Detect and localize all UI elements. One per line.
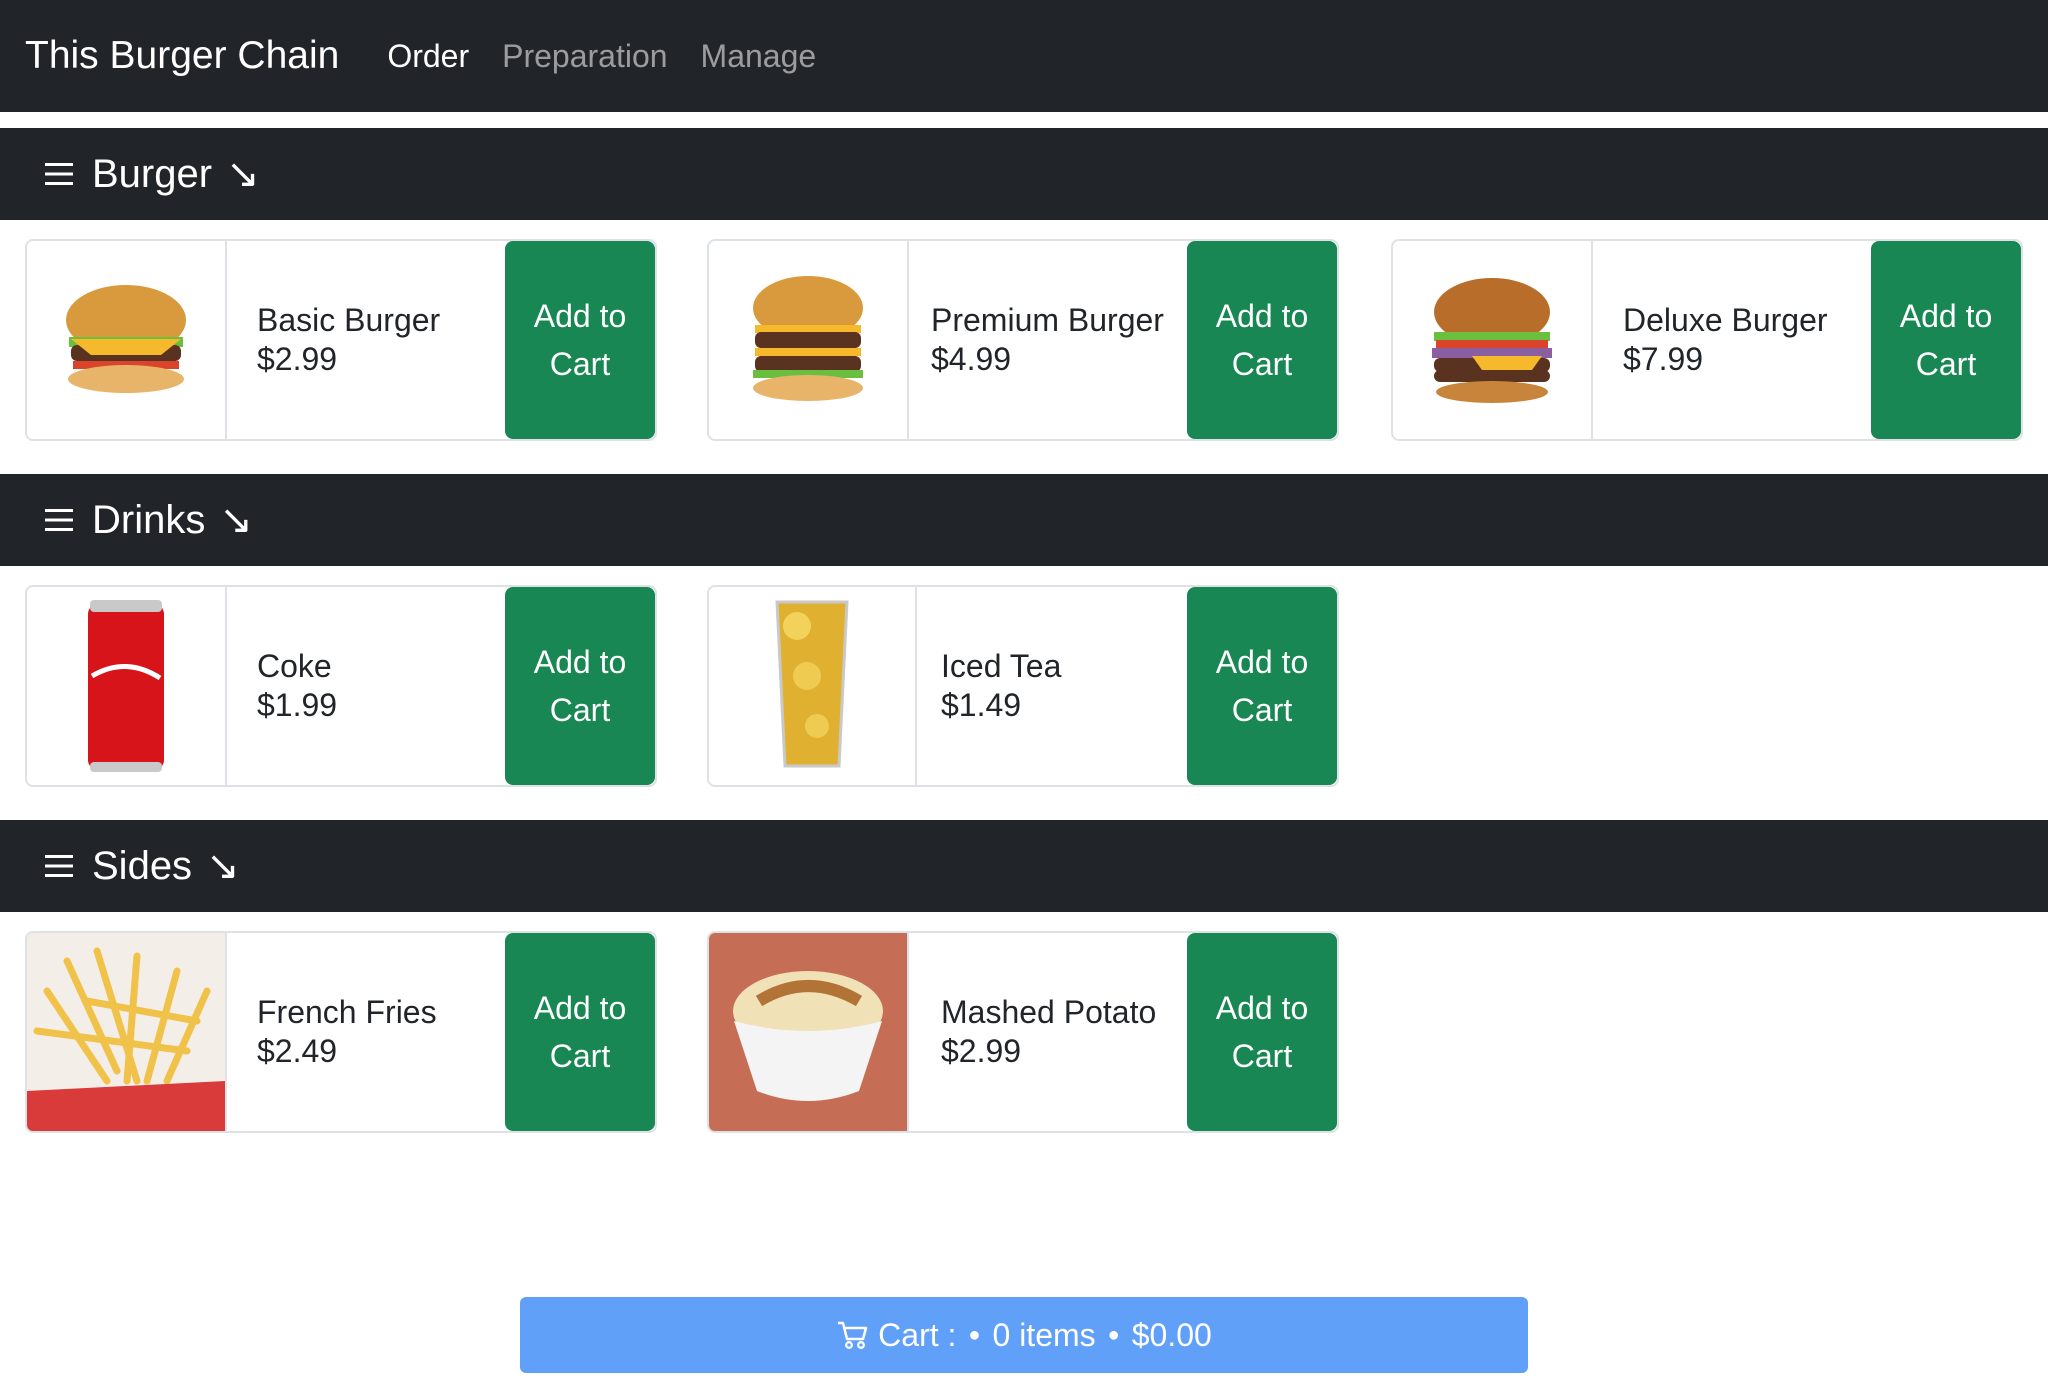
menu-item-card: Premium Burger $4.99 Add to Cart — [707, 239, 1339, 441]
items-row-burger: Basic Burger $2.99 Add to Cart Premium B… — [0, 220, 2048, 474]
menu-item-card: Mashed Potato $2.99 Add to Cart — [707, 931, 1339, 1133]
item-name: Iced Tea — [941, 648, 1062, 684]
item-price: $2.99 — [941, 1033, 1022, 1069]
burger-image — [709, 241, 909, 439]
arrow-down-right-icon: ↘ — [219, 498, 253, 542]
item-price: $2.49 — [257, 1033, 338, 1069]
brand-title[interactable]: This Burger Chain — [25, 34, 339, 78]
nav-preparation[interactable]: Preparation — [502, 38, 667, 75]
iced-tea-image — [709, 587, 917, 785]
add-to-cart-button[interactable]: Add to Cart — [1187, 587, 1337, 785]
items-row-drinks: Coke $1.99 Add to Cart Iced Tea $1.49 Ad… — [0, 566, 2048, 820]
hamburger-menu-icon — [45, 163, 73, 185]
section-title: Drinks — [92, 497, 206, 542]
menu-item-card: Iced Tea $1.49 Add to Cart — [707, 585, 1339, 787]
hamburger-menu-icon — [45, 855, 73, 877]
add-to-cart-button[interactable]: Add to Cart — [1187, 933, 1337, 1131]
item-name: Deluxe Burger — [1623, 302, 1828, 338]
add-to-cart-button[interactable]: Add to Cart — [505, 241, 655, 439]
menu-item-card: Coke $1.99 Add to Cart — [25, 585, 657, 787]
item-price: $1.99 — [257, 687, 338, 723]
separator-dot: ● — [1107, 1323, 1120, 1346]
cart-summary-button[interactable]: Cart : ● 0 items ● $0.00 — [520, 1297, 1528, 1373]
item-name: Premium Burger — [931, 302, 1164, 338]
arrow-down-right-icon: ↘ — [206, 844, 240, 888]
item-price: $1.49 — [941, 687, 1022, 723]
arrow-down-right-icon: ↘ — [226, 152, 260, 196]
nav-order[interactable]: Order — [387, 38, 469, 75]
section-title: Burger — [92, 151, 213, 196]
items-row-sides: French Fries $2.49 Add to Cart Mashed Po… — [0, 912, 2048, 1166]
cart-icon — [838, 1321, 868, 1349]
add-to-cart-button[interactable]: Add to Cart — [1187, 241, 1337, 439]
add-to-cart-button[interactable]: Add to Cart — [1871, 241, 2021, 439]
add-to-cart-button[interactable]: Add to Cart — [505, 933, 655, 1131]
section-header-sides[interactable]: Sides ↘ — [0, 820, 2048, 912]
section-header-burger[interactable]: Burger ↘ — [0, 128, 2048, 220]
hamburger-menu-icon — [45, 509, 73, 531]
item-name: Coke — [257, 648, 332, 684]
item-price: $4.99 — [931, 341, 1012, 377]
burger-image — [27, 241, 227, 439]
nav-manage[interactable]: Manage — [701, 38, 817, 75]
burger-image — [1393, 241, 1593, 439]
french-fries-image — [27, 933, 227, 1131]
menu-item-card: French Fries $2.49 Add to Cart — [25, 931, 657, 1133]
menu-item-card: Basic Burger $2.99 Add to Cart — [25, 239, 657, 441]
mashed-potato-image — [709, 933, 909, 1131]
item-name: Mashed Potato — [941, 994, 1157, 1030]
item-price: $2.99 — [257, 341, 338, 377]
cart-item-count: 0 items — [992, 1316, 1096, 1353]
separator-dot: ● — [968, 1323, 981, 1346]
coke-can-image — [27, 587, 227, 785]
section-header-drinks[interactable]: Drinks ↘ — [0, 474, 2048, 566]
item-name: French Fries — [257, 994, 437, 1030]
cart-total: $0.00 — [1131, 1316, 1212, 1353]
top-navbar: This Burger Chain Order Preparation Mana… — [0, 0, 2048, 112]
item-price: $7.99 — [1623, 341, 1704, 377]
add-to-cart-button[interactable]: Add to Cart — [505, 587, 655, 785]
menu-item-card: Deluxe Burger $7.99 Add to Cart — [1391, 239, 2023, 441]
section-title: Sides — [92, 843, 193, 888]
item-name: Basic Burger — [257, 302, 441, 338]
cart-label: Cart : — [878, 1316, 957, 1353]
